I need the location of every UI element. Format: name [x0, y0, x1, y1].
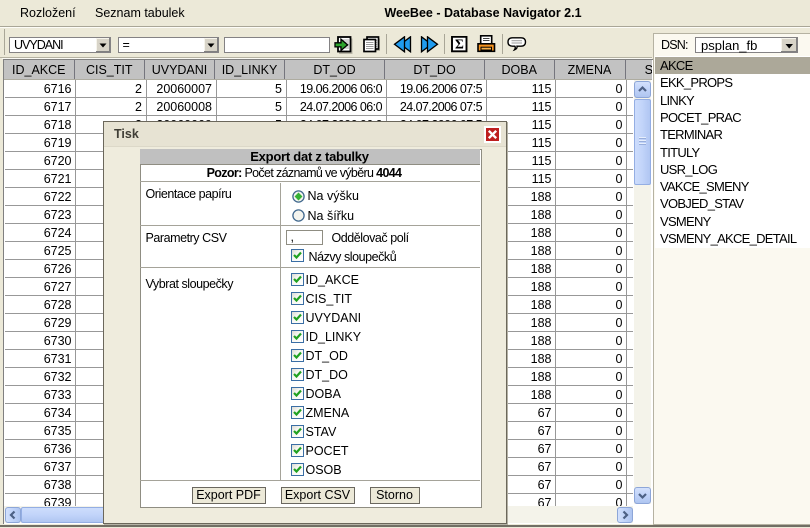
svg-text:Σ: Σ — [455, 37, 464, 52]
